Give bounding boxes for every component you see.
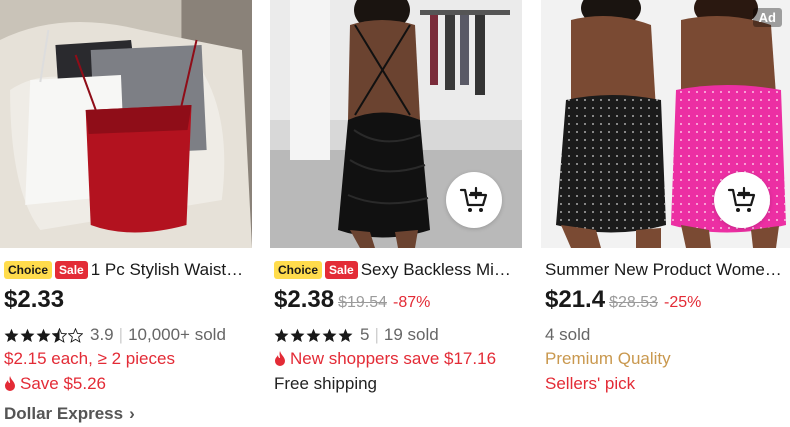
star-icon: [338, 328, 353, 342]
sale-badge: Sale: [325, 261, 358, 279]
save-row: Save $5.26: [4, 373, 250, 395]
star-icon: [306, 328, 321, 342]
product-card-3[interactable]: Ad Summer New Product Wome… $21.4 $28.53…: [541, 0, 790, 427]
discount-percent: -87%: [393, 294, 431, 311]
product-image-2[interactable]: [270, 0, 522, 248]
ad-badge: Ad: [752, 8, 782, 27]
title-row[interactable]: Summer New Product Wome…: [545, 258, 788, 282]
promo-text: New shoppers save $17.16: [290, 349, 497, 368]
empty-star-icon: [68, 327, 83, 343]
title-row[interactable]: Choice Sale 1 Pc Stylish Waist…: [4, 258, 250, 282]
discount-percent: -25%: [664, 294, 702, 311]
separator: |: [118, 325, 124, 344]
product-card-2[interactable]: Choice Sale Sexy Backless Mi… $2.38 $19.…: [270, 0, 522, 427]
price-row: $21.4 $28.53 -25%: [545, 286, 788, 316]
shipping-text: Free shipping: [274, 374, 378, 393]
price: $21.4: [545, 286, 606, 313]
product-photo-camisoles: [0, 0, 252, 248]
original-price: $19.54: [338, 294, 387, 311]
sold-count: 4 sold: [545, 325, 591, 344]
star-rating: [4, 327, 84, 343]
save-text: Save $5.26: [20, 374, 107, 393]
add-to-cart-button[interactable]: [714, 172, 770, 228]
star-icon: [290, 328, 305, 342]
star-rating: [274, 328, 354, 343]
price: $2.33: [4, 286, 65, 313]
half-star-icon: [52, 327, 67, 343]
original-price: $28.53: [609, 294, 658, 311]
add-to-cart-icon: [727, 186, 756, 212]
chevron-right-icon[interactable]: ›: [129, 404, 135, 424]
product-title[interactable]: 1 Pc Stylish Waist…: [91, 260, 243, 280]
title-row[interactable]: Choice Sale Sexy Backless Mi…: [274, 258, 520, 282]
rating-row: 5 | 19 sold: [274, 324, 520, 346]
add-to-cart-button[interactable]: [446, 172, 502, 228]
product-image-3[interactable]: Ad: [541, 0, 790, 248]
price: $2.38: [274, 286, 335, 313]
choice-badge: Choice: [4, 261, 53, 279]
rating-value: 3.9: [90, 325, 114, 344]
sellers-pick-label: Sellers' pick: [545, 374, 636, 393]
star-icon: [4, 328, 19, 342]
store-name[interactable]: Dollar Express: [4, 404, 123, 424]
store-link[interactable]: Dollar Express ›: [4, 403, 250, 425]
sale-badge: Sale: [55, 261, 88, 279]
star-icon: [274, 328, 289, 342]
product-title[interactable]: Sexy Backless Mi…: [361, 260, 511, 280]
flame-icon: [5, 376, 15, 391]
flame-icon: [275, 351, 285, 366]
star-icon: [322, 328, 337, 342]
rating-value: 5: [360, 325, 370, 344]
sold-count: 19 sold: [383, 325, 439, 344]
price-row: $2.33: [4, 286, 250, 316]
separator: |: [374, 325, 379, 344]
choice-badge: Choice: [274, 261, 323, 279]
star-icon: [20, 328, 35, 342]
product-title[interactable]: Summer New Product Wome…: [545, 260, 782, 280]
sold-count: 10,000+ sold: [128, 325, 226, 344]
rating-row: 3.9 | 10,000+ sold: [4, 324, 250, 346]
quality-label: Premium Quality: [545, 349, 671, 368]
product-card-1[interactable]: Choice Sale 1 Pc Stylish Waist… $2.33 3.…: [0, 0, 252, 427]
add-to-cart-icon: [459, 186, 488, 212]
product-image-1[interactable]: [0, 0, 252, 248]
price-row: $2.38 $19.54 -87%: [274, 286, 520, 316]
star-icon: [36, 328, 51, 342]
promo-row: New shoppers save $17.16: [274, 348, 520, 370]
bulk-offer: $2.15 each, ≥ 2 pieces: [4, 349, 175, 368]
